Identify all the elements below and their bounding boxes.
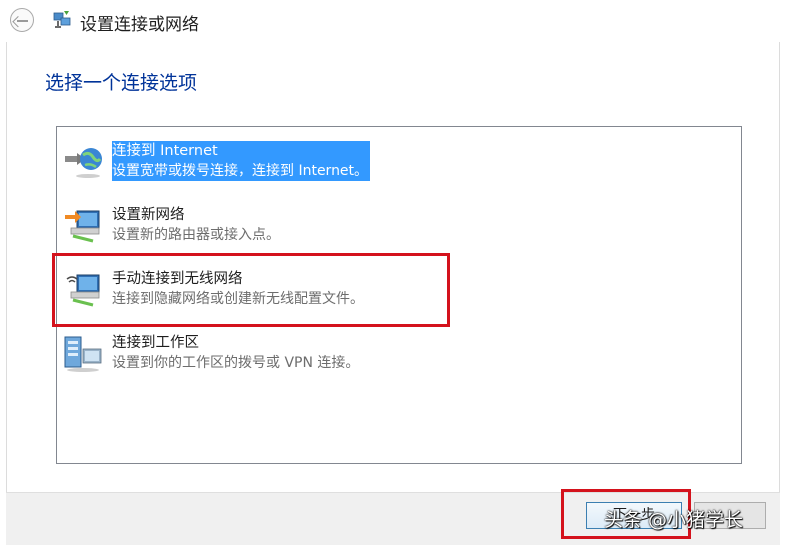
- option-setup-new-network[interactable]: 设置新网络 设置新的路由器或接入点。: [63, 205, 723, 257]
- annotation-highlight-wireless: [52, 253, 450, 327]
- option-text: 连接到 Internet 设置宽带或拨号连接，连接到 Internet。: [112, 141, 371, 181]
- option-description: 设置到你的工作区的拨号或 VPN 连接。: [112, 355, 360, 371]
- new-network-icon: [65, 210, 100, 243]
- option-connect-internet[interactable]: 连接到 Internet 设置宽带或拨号连接，连接到 Internet。: [63, 141, 723, 193]
- option-connect-workplace[interactable]: 连接到工作区 设置到你的工作区的拨号或 VPN 连接。: [63, 333, 723, 385]
- page-heading: 选择一个连接选项: [45, 72, 198, 94]
- option-label: 连接到工作区: [112, 335, 199, 351]
- globe-network-icon: [65, 148, 102, 178]
- setup-connection-window: 设置连接或网络 选择一个连接选项 连接到 Internet 设置宽带或拨号连接，…: [0, 0, 786, 545]
- option-text: 连接到工作区 设置到你的工作区的拨号或 VPN 连接。: [112, 333, 359, 373]
- option-description: 设置宽带或拨号连接，连接到 Internet。: [112, 163, 369, 179]
- watermark: 头条 @小猪学长: [604, 509, 744, 531]
- back-button[interactable]: [10, 8, 34, 32]
- title-bar: 设置连接或网络: [0, 0, 786, 42]
- option-label: 连接到 Internet: [112, 143, 218, 159]
- window-title: 设置连接或网络: [80, 15, 199, 35]
- option-description: 设置新的路由器或接入点。: [112, 227, 280, 243]
- workplace-icon: [64, 336, 102, 372]
- option-label: 设置新网络: [112, 207, 185, 223]
- network-setup-icon: [53, 11, 71, 28]
- option-text: 设置新网络 设置新的路由器或接入点。: [112, 205, 280, 245]
